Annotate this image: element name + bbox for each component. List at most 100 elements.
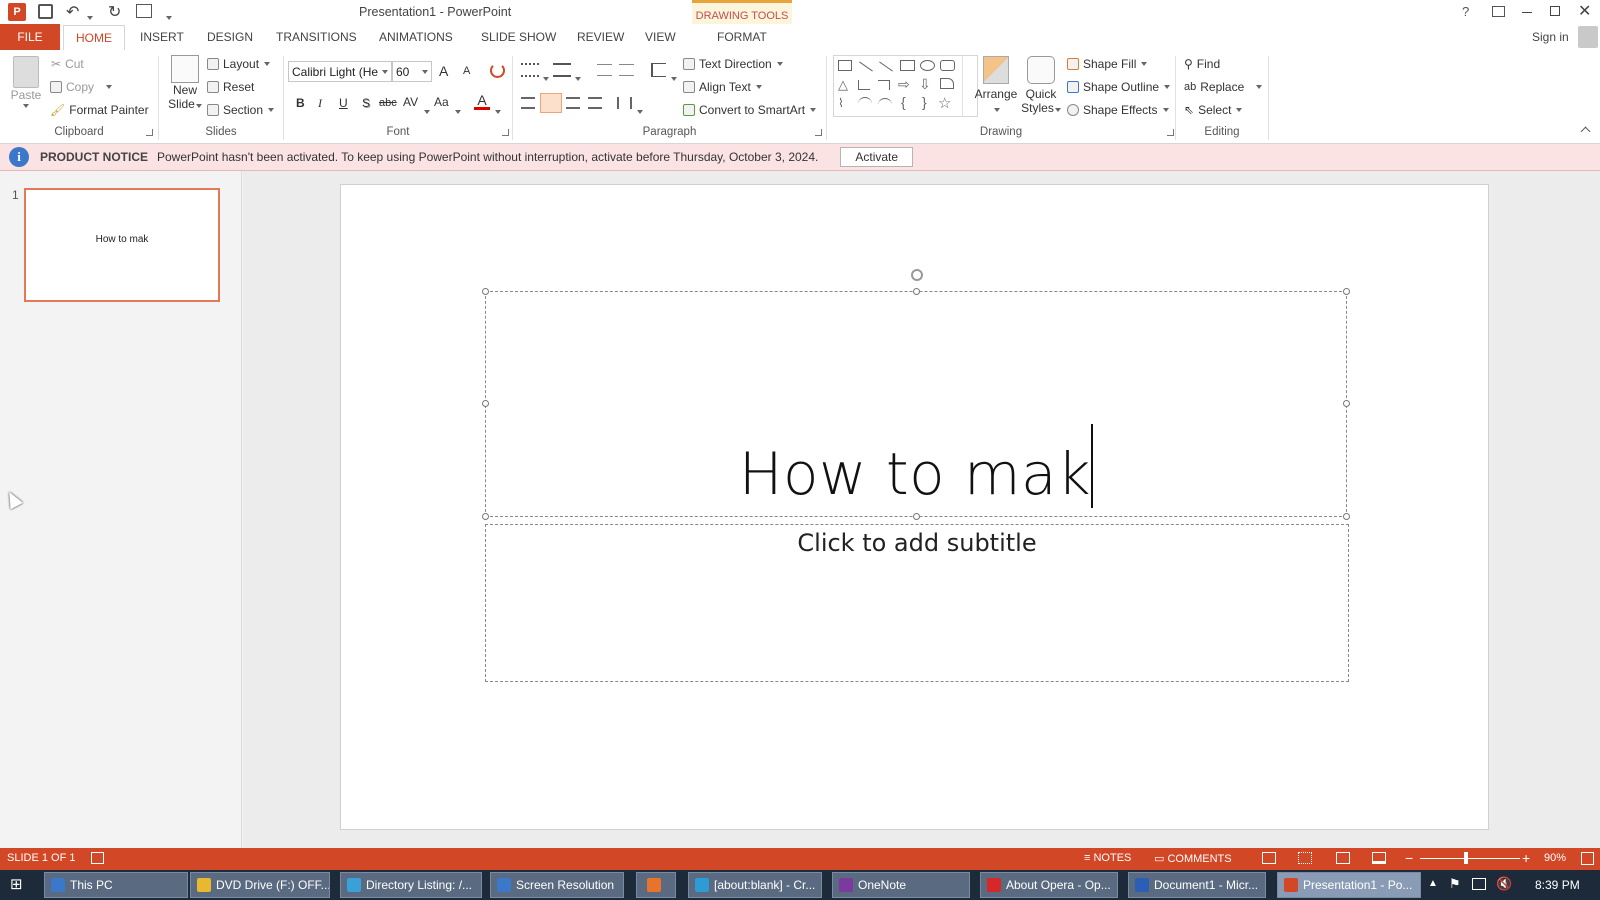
zoom-in-button[interactable]: + bbox=[1522, 850, 1530, 866]
quick-styles-button[interactable]: Quick Styles bbox=[1020, 56, 1062, 115]
start-from-beginning-icon[interactable] bbox=[136, 4, 152, 18]
sign-in-link[interactable]: Sign in bbox=[1532, 30, 1569, 44]
replace-button[interactable]: ab Replace bbox=[1184, 80, 1263, 94]
arc-shape-icon[interactable] bbox=[858, 97, 872, 111]
close-icon[interactable]: ✕ bbox=[1578, 1, 1591, 21]
fit-slide-icon[interactable] bbox=[1581, 852, 1594, 865]
tab-format[interactable]: FORMAT bbox=[717, 29, 767, 49]
network-icon[interactable] bbox=[1472, 878, 1486, 890]
slide-thumbnail[interactable]: How to mak bbox=[24, 188, 220, 302]
clear-formatting-icon[interactable] bbox=[490, 63, 505, 78]
section-button[interactable]: Section bbox=[207, 103, 275, 117]
resize-handle[interactable] bbox=[482, 288, 489, 295]
resize-handle[interactable] bbox=[1343, 288, 1350, 295]
oval-shape-icon[interactable] bbox=[920, 60, 935, 71]
align-left-icon[interactable] bbox=[521, 97, 535, 109]
resize-handle[interactable] bbox=[913, 513, 920, 520]
freeform-shape-icon[interactable] bbox=[940, 78, 954, 89]
increase-indent-icon[interactable] bbox=[619, 64, 634, 76]
paragraph-launcher-icon[interactable] bbox=[815, 129, 822, 136]
ribbon-display-options-icon[interactable] bbox=[1492, 6, 1505, 17]
taskbar-item[interactable]: Screen Resolution bbox=[490, 872, 624, 898]
tab-transitions[interactable]: TRANSITIONS bbox=[276, 29, 357, 49]
customize-qat-icon[interactable] bbox=[165, 9, 172, 23]
font-color-button[interactable]: A bbox=[474, 92, 490, 110]
cut-button[interactable]: ✂ Cut bbox=[51, 57, 84, 71]
left-brace-shape-icon[interactable]: { bbox=[901, 94, 906, 110]
slide-title-text[interactable]: How to mak bbox=[739, 440, 1091, 508]
shape-fill-button[interactable]: Shape Fill bbox=[1067, 57, 1148, 71]
taskbar-item[interactable]: Document1 - Micr... bbox=[1128, 872, 1266, 898]
taskbar-item[interactable]: This PC bbox=[44, 872, 188, 898]
taskbar-item[interactable]: DVD Drive (F:) OFF... bbox=[190, 872, 330, 898]
layout-button[interactable]: Layout bbox=[207, 57, 271, 71]
new-slide-button[interactable]: New Slide bbox=[167, 55, 203, 111]
user-avatar-icon[interactable] bbox=[1578, 26, 1598, 48]
right-arrow-shape-icon[interactable]: ⇨ bbox=[898, 76, 910, 93]
start-button-icon[interactable]: ⊞ bbox=[10, 877, 23, 893]
italic-button[interactable]: I bbox=[318, 96, 322, 111]
strikethrough-button[interactable]: abc bbox=[379, 97, 397, 109]
font-name-dropdown[interactable]: Calibri Light (He bbox=[288, 61, 392, 82]
reading-view-icon[interactable] bbox=[1336, 852, 1350, 864]
triangle-shape-icon[interactable]: △ bbox=[838, 77, 848, 93]
line-spacing-icon[interactable] bbox=[651, 63, 666, 77]
tab-view[interactable]: VIEW bbox=[645, 29, 676, 49]
underline-button[interactable]: U bbox=[339, 96, 348, 110]
drawing-launcher-icon[interactable] bbox=[1167, 129, 1174, 136]
notes-button[interactable]: ≡ NOTES bbox=[1084, 852, 1131, 864]
select-button[interactable]: ⇖ Select bbox=[1184, 103, 1243, 117]
tab-review[interactable]: REVIEW bbox=[577, 29, 624, 49]
grow-font-icon[interactable]: A bbox=[439, 63, 448, 79]
down-arrow-shape-icon[interactable]: ⇩ bbox=[919, 76, 931, 93]
taskbar-item[interactable]: [about:blank] - Cr... bbox=[688, 872, 822, 898]
taskbar-item[interactable]: About Opera - Op... bbox=[980, 872, 1118, 898]
resize-handle[interactable] bbox=[1343, 400, 1350, 407]
clock[interactable]: 8:39 PM bbox=[1535, 878, 1580, 892]
text-box-shape-icon[interactable] bbox=[838, 60, 852, 71]
slide-canvas[interactable]: How to mak Click to add subtitle bbox=[340, 184, 1489, 830]
volume-muted-icon[interactable]: 🔇 bbox=[1496, 876, 1512, 892]
reset-button[interactable]: Reset bbox=[207, 80, 254, 94]
text-shadow-button[interactable]: S bbox=[362, 96, 370, 110]
convert-to-smartart-button[interactable]: Convert to SmartArt bbox=[683, 103, 817, 117]
activate-button[interactable]: Activate bbox=[840, 147, 914, 167]
align-text-button[interactable]: Align Text bbox=[683, 80, 762, 94]
zoom-out-button[interactable]: − bbox=[1405, 850, 1413, 866]
star-shape-icon[interactable]: ☆ bbox=[938, 94, 951, 112]
title-placeholder[interactable]: How to mak bbox=[482, 269, 1350, 520]
resize-handle[interactable] bbox=[482, 513, 489, 520]
clipboard-launcher-icon[interactable] bbox=[146, 129, 153, 136]
shape-effects-button[interactable]: Shape Effects bbox=[1067, 103, 1169, 117]
taskbar-item[interactable]: OneNote bbox=[832, 872, 970, 898]
elbow-connector-icon[interactable] bbox=[858, 80, 870, 90]
rounded-rectangle-shape-icon[interactable] bbox=[940, 60, 955, 71]
justify-icon[interactable] bbox=[588, 97, 602, 109]
numbering-icon[interactable] bbox=[553, 63, 571, 77]
arrange-button[interactable]: Arrange bbox=[974, 56, 1018, 115]
change-case-button[interactable]: Aa bbox=[434, 95, 449, 109]
bullets-icon[interactable] bbox=[521, 63, 539, 77]
elbow-arrow-icon[interactable] bbox=[878, 80, 890, 90]
bold-button[interactable]: B bbox=[296, 96, 305, 110]
slide-show-view-icon[interactable] bbox=[1372, 852, 1386, 864]
taskbar-item[interactable]: Presentation1 - Po... bbox=[1277, 872, 1421, 898]
copy-button[interactable]: Copy bbox=[50, 80, 113, 94]
scribble-shape-icon[interactable]: ⌇ bbox=[838, 96, 844, 110]
columns-icon[interactable] bbox=[617, 97, 632, 109]
align-right-icon[interactable] bbox=[566, 97, 580, 109]
tab-insert[interactable]: INSERT bbox=[140, 29, 184, 49]
undo-dropdown-icon[interactable] bbox=[86, 9, 93, 23]
resize-handle[interactable] bbox=[913, 288, 920, 295]
zoom-level[interactable]: 90% bbox=[1544, 852, 1566, 864]
save-icon[interactable] bbox=[38, 4, 53, 19]
slide-count[interactable]: SLIDE 1 OF 1 bbox=[7, 852, 75, 864]
slide-sorter-view-icon[interactable] bbox=[1298, 852, 1312, 864]
spelling-check-icon[interactable] bbox=[91, 852, 104, 864]
curve-shape-icon[interactable] bbox=[878, 98, 892, 112]
undo-icon[interactable]: ↶ bbox=[66, 2, 79, 22]
zoom-slider-thumb[interactable] bbox=[1464, 852, 1468, 864]
decrease-indent-icon[interactable] bbox=[597, 64, 612, 76]
zoom-slider[interactable] bbox=[1420, 852, 1520, 864]
paste-button[interactable]: Paste bbox=[10, 56, 42, 108]
